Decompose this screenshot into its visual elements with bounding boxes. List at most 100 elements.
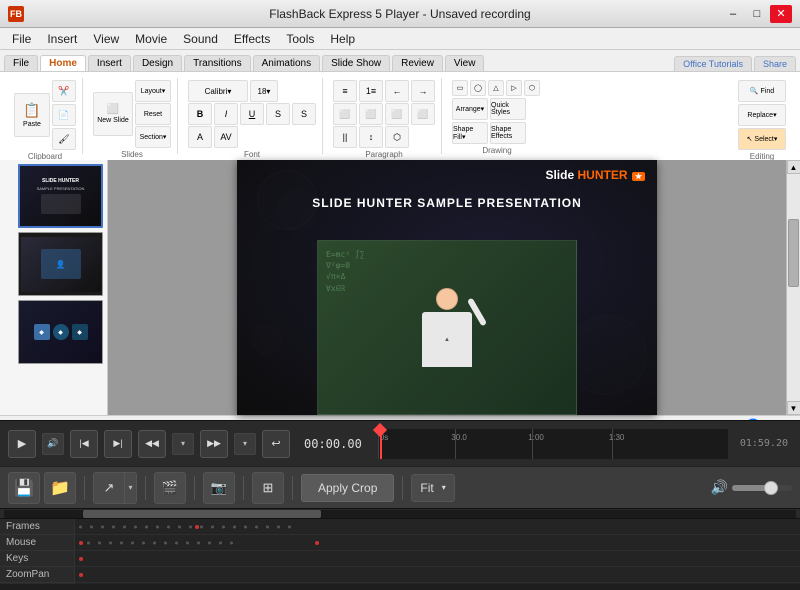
menu-help[interactable]: Help	[322, 30, 363, 48]
play-button[interactable]: ▶	[8, 430, 36, 458]
ribbon-align-left-btn[interactable]: ⬜	[333, 103, 357, 125]
app-icon: FB	[8, 6, 24, 22]
ribbon-shape-fill-btn[interactable]: Shape Fill▾	[452, 122, 488, 144]
ribbon-bold-btn[interactable]: B	[188, 103, 212, 125]
scroll-down-arrow[interactable]: ▼	[787, 401, 800, 415]
ribbon-align-right-btn[interactable]: ⬜	[385, 103, 409, 125]
skip-to-end-button[interactable]: ▶|	[104, 430, 132, 458]
ribbon-shadow-btn[interactable]: S	[292, 103, 316, 125]
ribbon-justify-btn[interactable]: ⬜	[411, 103, 435, 125]
ppt-status-bar: Slide 1 of 4 📝 Notes 💬 Comments ⊞ ⊞⊞ ⊡ ▶…	[0, 415, 800, 420]
share-button[interactable]: ↗	[93, 472, 125, 504]
ribbon-increase-btn[interactable]: →	[411, 80, 435, 102]
ppt-tab-file[interactable]: File	[4, 55, 38, 71]
ribbon-find-btn[interactable]: 🔍 Find	[738, 80, 786, 102]
menu-file[interactable]: File	[4, 30, 39, 48]
ribbon-strike-btn[interactable]: S	[266, 103, 290, 125]
close-button[interactable]: ✕	[770, 5, 792, 23]
save-button[interactable]: 💾	[8, 472, 40, 504]
ppt-tab-insert[interactable]: Insert	[88, 55, 131, 71]
minimize-button[interactable]: –	[722, 5, 744, 23]
ribbon-font-size[interactable]: 18▾	[250, 80, 278, 102]
ribbon-section-btn[interactable]: Section▾	[135, 126, 171, 148]
ribbon-format-btn[interactable]: 🖌	[52, 128, 76, 150]
ribbon-shape-effects-btn[interactable]: Shape Effects	[490, 122, 526, 144]
ppt-tab-review[interactable]: Review	[392, 55, 443, 71]
volume-slider[interactable]	[732, 485, 792, 491]
ribbon-underline-btn[interactable]: U	[240, 103, 264, 125]
ribbon-layout-btn[interactable]: Layout▾	[135, 80, 171, 102]
menu-effects[interactable]: Effects	[226, 30, 278, 48]
ribbon-text-dir-btn[interactable]: ↕	[359, 126, 383, 148]
bottom-timeline: Frames Mouse Keys ZoomPan	[0, 508, 800, 584]
undo-button[interactable]: ↩	[262, 430, 290, 458]
ppt-tab-slideshow[interactable]: Slide Show	[322, 55, 390, 71]
ribbon-font-color-btn[interactable]: A	[188, 126, 212, 148]
ribbon-reset-btn[interactable]: Reset	[135, 103, 171, 125]
timeline-horizontal-scroll[interactable]	[0, 509, 800, 519]
ppt-tab-design[interactable]: Design	[133, 55, 182, 71]
rewind-button[interactable]: ◀◀	[138, 430, 166, 458]
h-scroll-thumb[interactable]	[83, 510, 321, 518]
skip-to-start-button[interactable]: |◀	[70, 430, 98, 458]
menu-view[interactable]: View	[85, 30, 127, 48]
ribbon-decrease-btn[interactable]: ←	[385, 80, 409, 102]
ribbon-arrange-btn[interactable]: Arrange▾	[452, 98, 488, 120]
ribbon-shape-4[interactable]: ▷	[506, 80, 522, 96]
apply-crop-button[interactable]: Apply Crop	[301, 474, 394, 502]
slide-thumb-1[interactable]: SLIDE HUNTER SAMPLE PRESENTATION	[18, 164, 103, 228]
ribbon-italic-btn[interactable]: I	[214, 103, 238, 125]
ribbon-paste-btn[interactable]: 📋 Paste	[14, 93, 50, 137]
h-scroll-track[interactable]	[4, 510, 796, 518]
step-forward-arrow[interactable]: ▾	[234, 433, 256, 455]
ribbon-new-slide-btn[interactable]: ⬜ New Slide	[93, 92, 133, 136]
ppt-tab-office-tutorials[interactable]: Office Tutorials	[674, 56, 752, 71]
menu-movie[interactable]: Movie	[127, 30, 175, 48]
ribbon-copy-btn[interactable]: 📄	[52, 104, 76, 126]
ribbon-replace-btn[interactable]: Replace▾	[738, 104, 786, 126]
menu-insert[interactable]: Insert	[39, 30, 85, 48]
rewind-arrow[interactable]: ▾	[172, 433, 194, 455]
toolbar-separator-5	[292, 476, 293, 500]
ribbon-quick-styles-btn[interactable]: Quick Styles	[490, 98, 526, 120]
ppt-tab-share[interactable]: Share	[754, 56, 796, 71]
track-row-keys	[75, 551, 800, 567]
ribbon-align-center-btn[interactable]: ⬜	[359, 103, 383, 125]
maximize-button[interactable]: □	[746, 5, 768, 23]
ribbon-shape-3[interactable]: △	[488, 80, 504, 96]
volume-toggle[interactable]: 🔊	[42, 433, 64, 455]
fit-dropdown[interactable]: Fit ▾	[411, 474, 454, 502]
slide-thumb-2[interactable]: 👤	[18, 232, 103, 296]
volume-icon[interactable]: 🔊	[711, 479, 728, 496]
ribbon-font-name[interactable]: Calibri▾	[188, 80, 248, 102]
ppt-tab-transitions[interactable]: Transitions	[184, 55, 251, 71]
menu-sound[interactable]: Sound	[175, 30, 226, 48]
ribbon-cut-btn[interactable]: ✂️	[52, 80, 76, 102]
ribbon-shape-2[interactable]: ◯	[470, 80, 486, 96]
ppt-tab-animations[interactable]: Animations	[253, 55, 320, 71]
ribbon-shape-5[interactable]: ⬡	[524, 80, 540, 96]
ribbon-shape-1[interactable]: ▭	[452, 80, 468, 96]
video-export-button[interactable]: 🎬	[154, 472, 186, 504]
step-forward-button[interactable]: ▶▶	[200, 430, 228, 458]
crop-button[interactable]: ⊞	[252, 472, 284, 504]
menu-tools[interactable]: Tools	[278, 30, 322, 48]
scroll-thumb[interactable]	[788, 219, 799, 287]
ppt-tab-view[interactable]: View	[445, 55, 485, 71]
ribbon-numbering-btn[interactable]: 1≡	[359, 80, 383, 102]
ribbon-columns-btn[interactable]: ||	[333, 126, 357, 148]
ribbon-bullets-btn[interactable]: ≡	[333, 80, 357, 102]
ribbon-smart-art-btn[interactable]: ⬡	[385, 126, 409, 148]
ppt-tab-home[interactable]: Home	[40, 55, 86, 71]
right-scrollbar[interactable]: ▲ ▼	[786, 160, 800, 415]
share-arrow-button[interactable]: ▾	[125, 472, 137, 504]
ribbon-select-btn[interactable]: ↖ Select▾	[738, 128, 786, 150]
playhead[interactable]	[380, 429, 382, 459]
slide-thumb-3[interactable]: ◆ ◆ ◆	[18, 300, 103, 364]
screenshot-button[interactable]: 📷	[203, 472, 235, 504]
scroll-up-arrow[interactable]: ▲	[787, 160, 800, 174]
zoompan-marker-1	[79, 573, 83, 577]
ribbon-char-spacing-btn[interactable]: AV	[214, 126, 238, 148]
scroll-track[interactable]	[787, 174, 800, 401]
open-folder-button[interactable]: 📁	[44, 472, 76, 504]
